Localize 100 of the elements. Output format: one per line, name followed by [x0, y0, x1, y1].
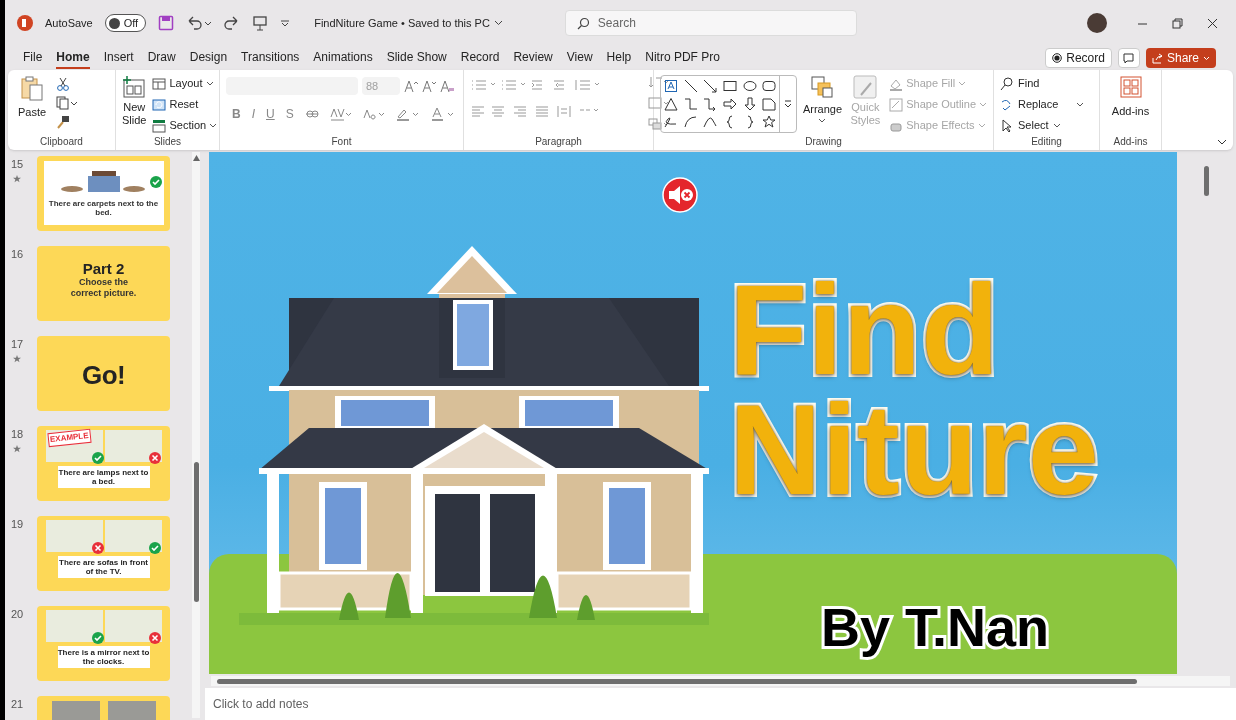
oval-icon[interactable] [742, 79, 757, 93]
slide-thumbnail[interactable]: There is a mirror next to the clocks. [37, 606, 170, 681]
menu-tab[interactable]: Animations [313, 47, 373, 69]
slide-thumbnail[interactable]: There are sofas in front of the TV. [37, 516, 170, 591]
autosave-toggle[interactable]: Off [104, 14, 147, 32]
slide-canvas[interactable]: Find Niture By T.Nan [209, 152, 1177, 674]
notes-placeholder[interactable]: Click to add notes [213, 695, 309, 713]
format-button[interactable]: I [251, 105, 255, 123]
right-arrow-icon[interactable] [723, 97, 737, 111]
customize-icon[interactable] [280, 18, 291, 28]
shapes-gallery[interactable] [660, 75, 798, 133]
line-icon[interactable] [683, 79, 698, 93]
menu-tab[interactable]: View [566, 47, 593, 69]
slide-thumbnail[interactable]: There are carpets next to the bed. [37, 156, 170, 231]
caret-icon [205, 81, 214, 86]
arc-icon[interactable] [683, 115, 698, 129]
star-icon[interactable] [762, 115, 777, 129]
slide-thumbnail[interactable]: EXAMPLE There are lamps next to a bed. [37, 426, 170, 501]
clear-formatting-icon[interactable] [440, 79, 454, 93]
new-slide-button[interactable]: New Slide [122, 75, 147, 134]
slide-title: Find [729, 270, 1001, 390]
menu-tab[interactable]: Nitro PDF Pro [645, 47, 720, 69]
collapse-icon[interactable] [1217, 139, 1227, 145]
arrow-icon[interactable] [703, 79, 718, 93]
document-title[interactable]: FindNiture Game • Saved to this PC [314, 14, 503, 32]
menu-tab[interactable]: Slide Show [386, 47, 447, 69]
highlight-icon[interactable] [395, 107, 420, 121]
comment-icon [1123, 52, 1135, 64]
menu-tab[interactable]: Help [606, 47, 632, 69]
scrollbar[interactable] [1204, 166, 1209, 196]
ribbon-button[interactable]: Select [1000, 117, 1085, 134]
close-icon[interactable] [1207, 17, 1218, 29]
group-label: Clipboard [40, 134, 83, 149]
cut-icon[interactable] [56, 77, 70, 91]
format-button[interactable]: B [232, 105, 241, 123]
ribbon-button[interactable]: Layout [152, 75, 218, 92]
elbow-arrow-icon[interactable] [703, 97, 718, 111]
save-icon[interactable] [158, 15, 175, 31]
picture-placeholder [45, 610, 103, 642]
presentation-icon[interactable] [252, 15, 269, 31]
menu-tab[interactable]: Design [189, 47, 228, 69]
ribbon-button[interactable]: Section [152, 117, 218, 134]
undo-icon[interactable] [186, 15, 213, 31]
slide-number: 21 [11, 697, 25, 712]
menu-tab[interactable]: Record [460, 47, 500, 69]
change-case-icon[interactable] [362, 107, 385, 121]
format-button[interactable]: S [285, 105, 294, 123]
slide-title: Niture [729, 390, 1099, 510]
menu-tab[interactable]: Review [513, 47, 553, 69]
avatar[interactable] [1087, 13, 1107, 33]
slide-caption: There are lamps next to a bed. [57, 466, 150, 488]
ribbon-button[interactable]: Find [1000, 75, 1085, 92]
picture-placeholder [104, 430, 162, 462]
strikethrough-icon[interactable] [304, 108, 319, 120]
caret-icon [493, 20, 503, 26]
grow-font-icon[interactable] [404, 79, 418, 93]
align-text-icon[interactable] [648, 96, 670, 110]
shrink-font-icon[interactable] [422, 79, 436, 93]
scroll-up-icon[interactable] [192, 155, 200, 161]
group-label: Slides [153, 134, 182, 149]
rounded-rectangle-icon[interactable] [762, 79, 777, 93]
scrollbar[interactable] [211, 676, 1230, 686]
restore-icon[interactable] [1172, 17, 1183, 29]
character-spacing-icon[interactable] [329, 107, 352, 121]
down-arrow-icon[interactable] [742, 97, 757, 111]
slide-byline: By T.Nan [821, 596, 1050, 659]
cursor-icon [1000, 118, 1014, 133]
record-button[interactable]: Record [1045, 48, 1112, 68]
slide-caption: There is a mirror next to the clocks. [57, 646, 150, 668]
caret-icon [818, 117, 827, 123]
mute-icon[interactable] [662, 177, 698, 213]
share-button[interactable]: Share [1145, 48, 1216, 68]
share-icon [1151, 52, 1163, 64]
grid-icon [1118, 75, 1143, 99]
format-button[interactable]: U [266, 105, 275, 123]
menu-tab[interactable]: File [23, 47, 43, 69]
rectangle-icon[interactable] [723, 79, 737, 93]
slide-thumbnail[interactable]: Part 2 Choose the correct picture. [37, 246, 170, 321]
menu-tab[interactable]: Transitions [241, 47, 300, 69]
font-color-icon[interactable] [430, 107, 455, 121]
paste-button[interactable]: Paste [14, 75, 50, 134]
ribbon-button[interactable]: Reset [152, 96, 218, 113]
menu-tab[interactable]: Draw [147, 47, 176, 69]
cross-icon [148, 452, 161, 464]
comments-button[interactable] [1117, 48, 1140, 68]
layout-icon [152, 76, 167, 91]
scrollbar[interactable] [192, 152, 200, 718]
slide-thumbnail[interactable]: Go! [37, 336, 170, 411]
add-ins-button[interactable]: Add-ins [1106, 75, 1155, 134]
search-field[interactable]: Search [564, 10, 857, 36]
freeform-icon[interactable] [664, 115, 678, 129]
ribbon-button[interactable]: Replace [1000, 96, 1085, 113]
menu-tab[interactable]: Insert [103, 47, 134, 69]
curve-icon[interactable] [703, 115, 718, 129]
text-direction-icon[interactable] [648, 75, 670, 89]
format-painter-icon[interactable] [56, 115, 70, 129]
textbox-icon[interactable] [664, 79, 678, 93]
triangle-icon[interactable] [664, 97, 678, 111]
arrange-button[interactable]: Arrange [803, 75, 842, 134]
copy-icon[interactable] [56, 96, 78, 110]
